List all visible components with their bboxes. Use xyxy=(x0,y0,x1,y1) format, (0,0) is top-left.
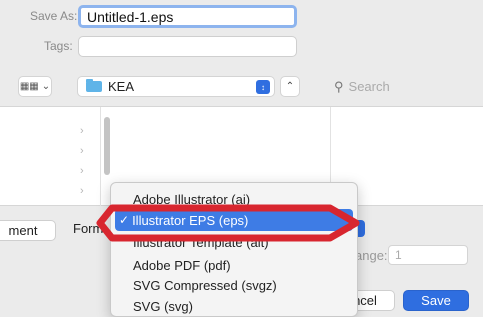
range-field[interactable]: 1 xyxy=(388,245,468,265)
view-mode-button[interactable]: ▦▦ ⌄ xyxy=(18,76,52,97)
menu-item-ait[interactable]: Illustrator Template (ait) xyxy=(133,235,269,250)
menu-item-pdf[interactable]: Adobe PDF (pdf) xyxy=(133,258,231,273)
chevron-right-icon: › xyxy=(80,145,84,157)
save-as-label: Save As: xyxy=(30,9,78,23)
chevron-down-icon: ⌄ xyxy=(41,81,51,92)
folder-icon xyxy=(86,79,102,92)
save-as-field[interactable]: Untitled-1.eps xyxy=(78,5,297,28)
menu-item-ai[interactable]: Adobe Illustrator (ai) xyxy=(133,192,250,207)
location-label: KEA xyxy=(108,79,135,94)
search-placeholder: Search xyxy=(348,79,390,94)
location-popup[interactable]: KEA ↕ xyxy=(77,76,275,97)
menu-item-eps-label: Illustrator EPS (eps) xyxy=(132,212,249,228)
format-menu: Adobe Illustrator (ai) ✓ Illustrator EPS… xyxy=(110,182,358,317)
tags-label: Tags: xyxy=(44,39,73,53)
chevron-right-icon: › xyxy=(80,125,84,137)
column-divider xyxy=(100,107,101,207)
left-button[interactable]: ment xyxy=(0,220,56,241)
left-button-label: ment xyxy=(8,223,38,238)
popup-arrows-icon: ↕ xyxy=(256,80,270,94)
menu-item-eps-selected[interactable]: ✓ Illustrator EPS (eps) xyxy=(115,209,353,231)
tags-field[interactable] xyxy=(78,36,297,57)
menu-item-svg[interactable]: SVG (svg) xyxy=(133,299,193,314)
save-label: Save xyxy=(421,293,451,308)
chevron-up-icon: ⌃ xyxy=(285,81,295,92)
scrollbar[interactable] xyxy=(104,117,110,175)
chevron-right-icon: › xyxy=(80,165,84,177)
checkmark-icon: ✓ xyxy=(119,213,130,227)
menu-item-svgz[interactable]: SVG Compressed (svgz) xyxy=(133,278,277,293)
chevron-right-icon: › xyxy=(80,185,84,197)
save-button[interactable]: Save xyxy=(403,290,469,311)
expand-collapse-button[interactable]: ⌃ xyxy=(280,76,300,97)
range-label: ange: xyxy=(355,248,388,263)
search-icon: ⚲ xyxy=(334,78,344,94)
format-label: Form xyxy=(73,221,104,236)
search-field[interactable]: ⚲ Search xyxy=(328,76,478,97)
grid-icon: ▦▦ xyxy=(19,81,39,92)
